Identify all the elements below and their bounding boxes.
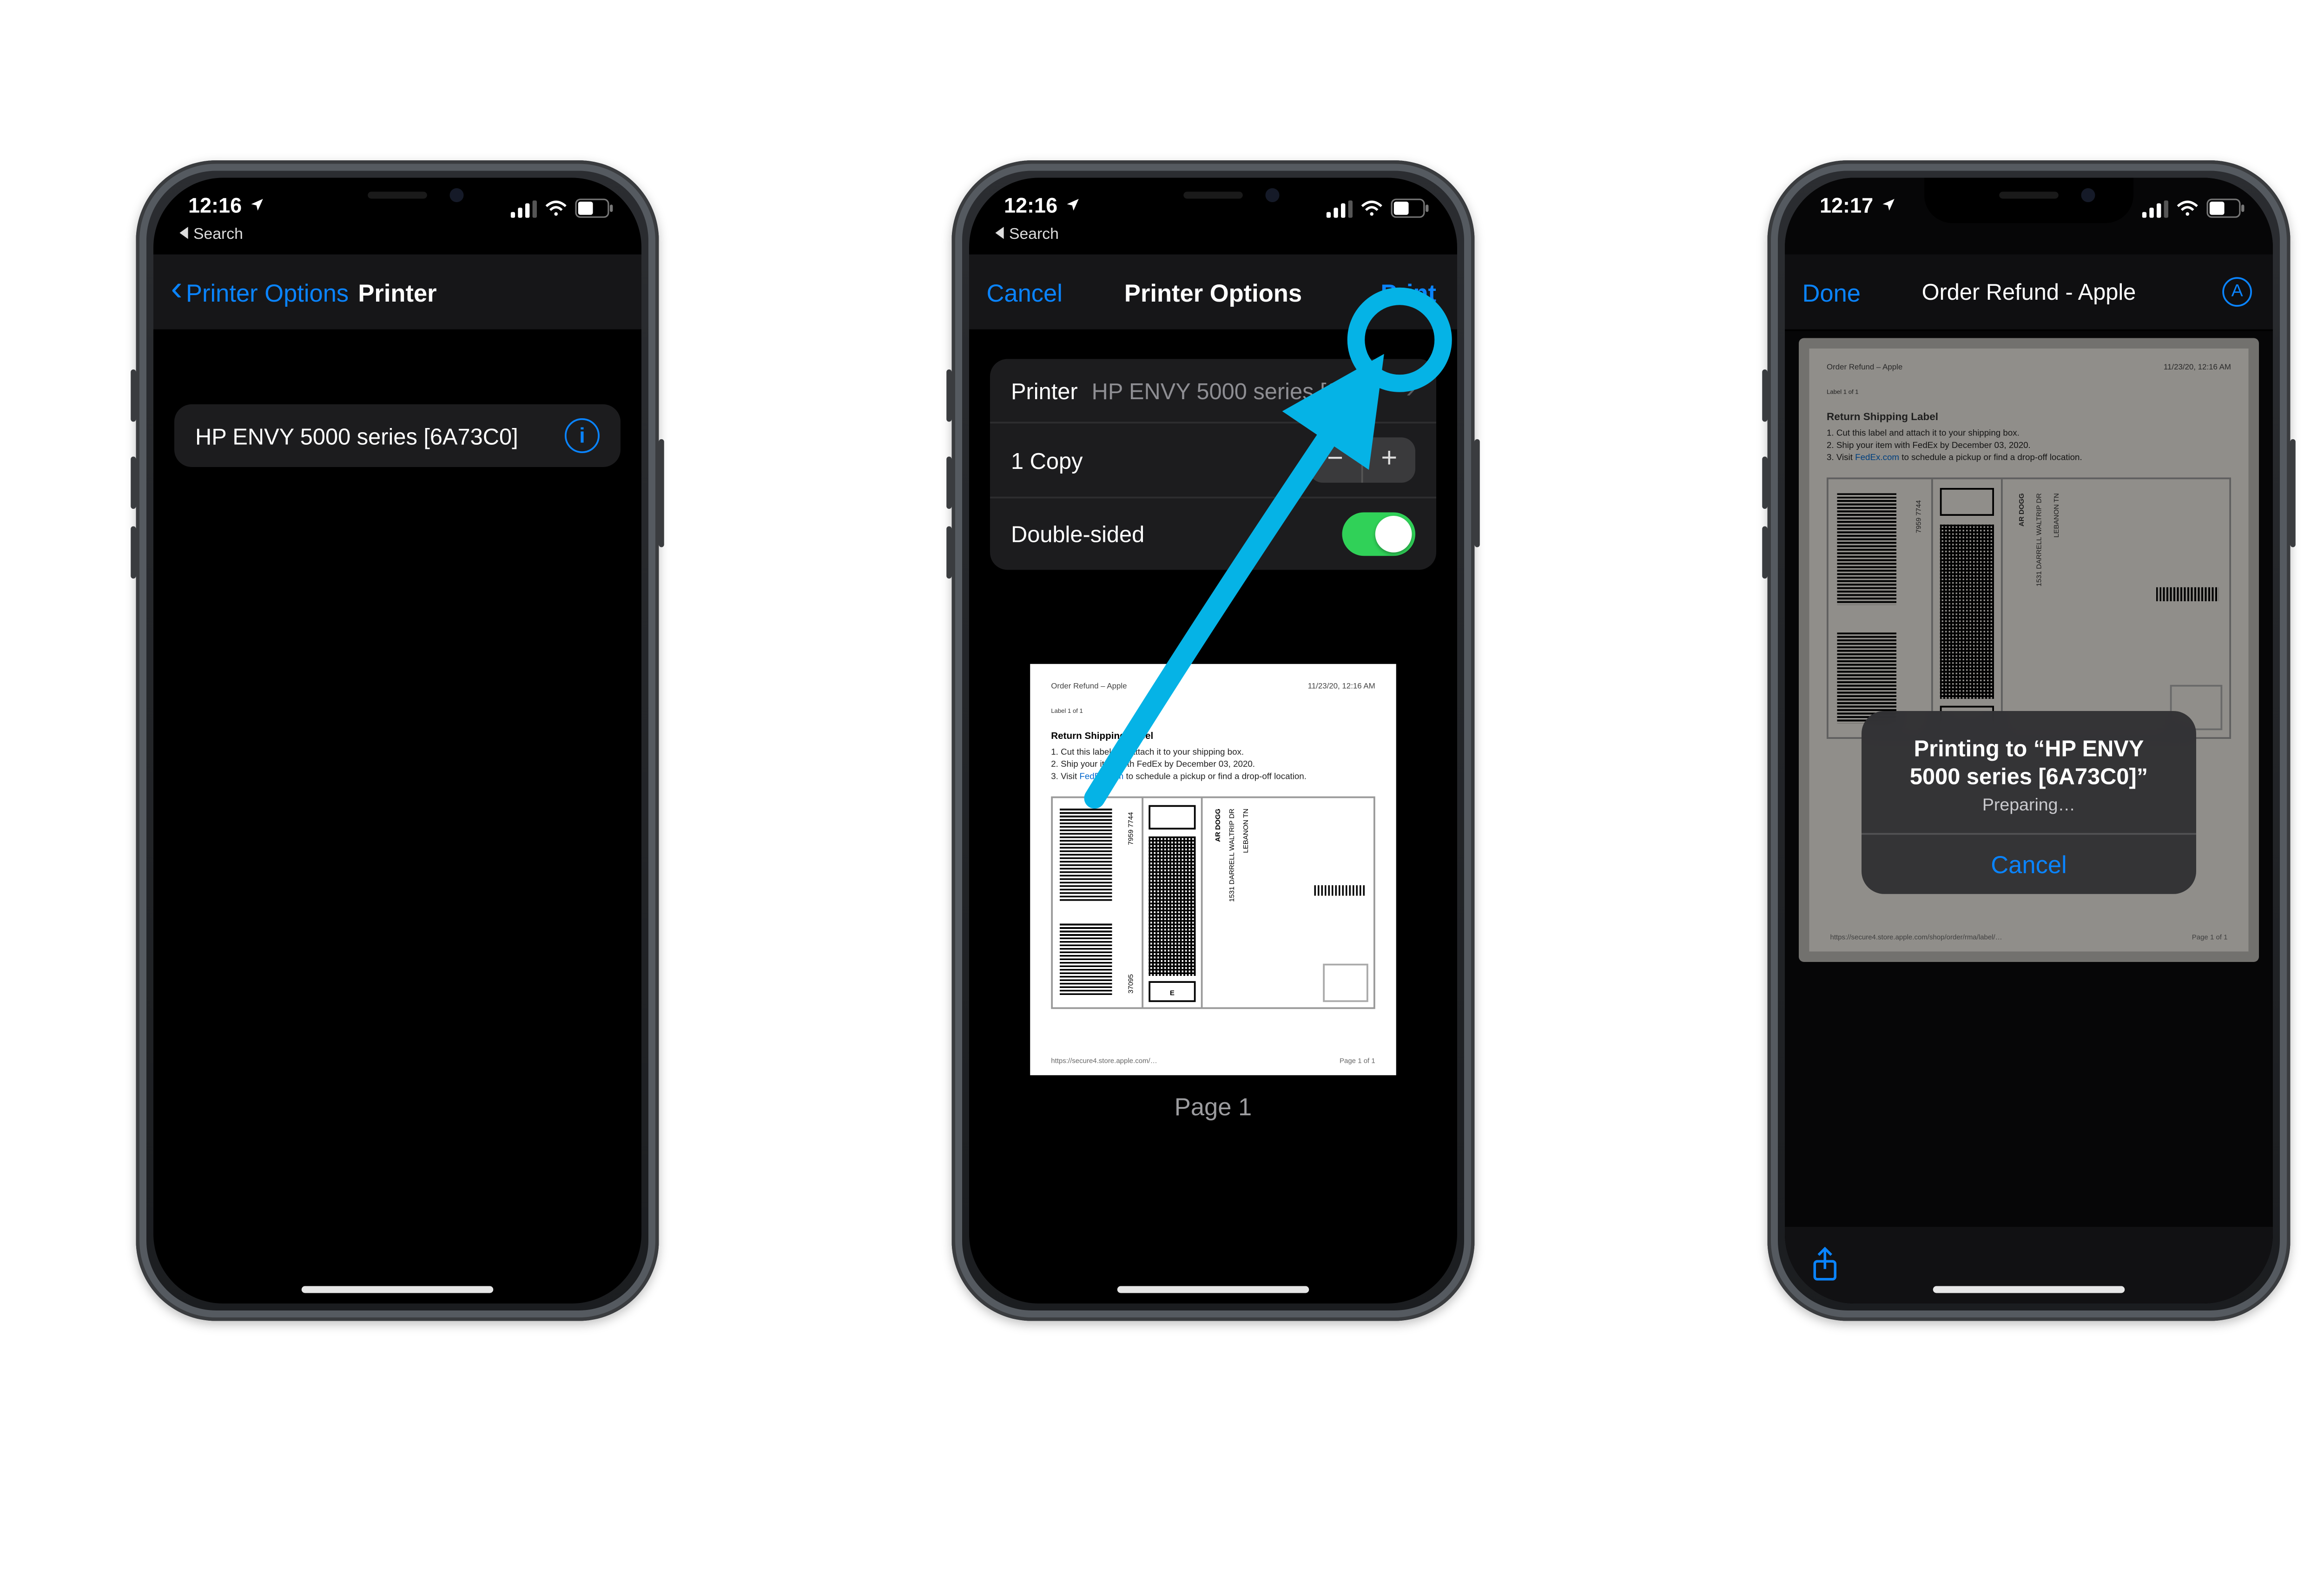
status-time: 12:16 (1004, 193, 1057, 218)
wifi-icon (1360, 199, 1384, 217)
location-icon (1881, 197, 1896, 213)
duplex-switch[interactable] (1342, 513, 1416, 556)
breadcrumb-back-to-app[interactable]: ◀Search (178, 223, 243, 242)
notch (293, 178, 502, 224)
info-icon[interactable]: i (565, 418, 600, 453)
cancel-button[interactable]: Cancel (987, 255, 1063, 329)
copies-row: 1 Copy − + (990, 422, 1436, 497)
printer-name: HP ENVY 5000 series [6A73C0] (1092, 377, 1362, 403)
wifi-icon (544, 199, 568, 217)
signal-icon (1327, 199, 1353, 217)
location-icon (1065, 197, 1081, 213)
reader-icon: A (2222, 277, 2252, 307)
nav-bar: Done Order Refund - Apple A (1785, 255, 2273, 331)
copies-label: 1 Copy (1011, 447, 1083, 473)
home-indicator[interactable] (1933, 1286, 2125, 1293)
print-options-group: Printer HP ENVY 5000 series [6A73C0] › 1… (990, 359, 1436, 570)
chevron-left-icon: ‹ (171, 270, 183, 310)
home-indicator[interactable] (302, 1286, 494, 1293)
status-time: 12:16 (188, 193, 242, 218)
row-label: Printer (1011, 377, 1078, 403)
notch (1924, 178, 2133, 224)
copies-stepper[interactable]: − + (1309, 437, 1415, 483)
nav-title: Printer (358, 278, 436, 306)
printer-row[interactable]: Printer HP ENVY 5000 series [6A73C0] › (990, 359, 1436, 422)
alert-cancel-button[interactable]: Cancel (1862, 832, 2196, 893)
printer-row[interactable]: HP ENVY 5000 series [6A73C0] i (174, 404, 621, 467)
duplex-row: Double-sided (990, 497, 1436, 570)
battery-icon (575, 199, 614, 218)
status-time: 12:17 (1820, 193, 1873, 218)
done-button[interactable]: Done (1802, 255, 1861, 329)
preview-page-1: Order Refund – Apple 11/23/20, 12:16 AM … (1030, 664, 1396, 1075)
location-icon (249, 197, 265, 213)
signal-icon (511, 199, 537, 217)
printing-alert: Printing to “HP ENVY 5000 series [6A73C0… (1862, 711, 2196, 893)
alert-title: Printing to “HP ENVY 5000 series [6A73C0… (1862, 711, 2196, 796)
battery-icon (1391, 199, 1430, 218)
battery-icon (2207, 199, 2245, 218)
breadcrumb-back-to-app[interactable]: ◀Search (994, 223, 1059, 242)
page-caption: Page 1 (1030, 1093, 1396, 1120)
printer-name: HP ENVY 5000 series [6A73C0] (195, 422, 518, 448)
reader-mode-button[interactable]: A (2222, 255, 2252, 329)
nav-title: Printer Options (1124, 278, 1302, 306)
device-phone-1: 12:16 ◀Search ‹ Printer Options Printer … (136, 160, 659, 1321)
home-indicator[interactable] (1117, 1286, 1309, 1293)
printer-list: HP ENVY 5000 series [6A73C0] i (174, 404, 621, 467)
nav-back-button[interactable]: ‹ Printer Options (171, 255, 349, 329)
notch (1109, 178, 1318, 224)
nav-title: Order Refund - Apple (1922, 279, 2136, 305)
nav-bar: Cancel Printer Options Print (969, 255, 1457, 331)
print-button[interactable]: Print (1380, 255, 1436, 329)
wifi-icon (2175, 199, 2200, 217)
device-phone-3: 12:17 Done Order Refund - Apple A Order … (1768, 160, 2291, 1321)
nav-bar: ‹ Printer Options Printer (153, 255, 641, 331)
print-preview[interactable]: Order Refund – Apple 11/23/20, 12:16 AM … (1030, 664, 1396, 1121)
share-icon[interactable] (1809, 1246, 1841, 1284)
stepper-decrement[interactable]: − (1309, 437, 1361, 483)
device-phone-2: 12:16 ◀Search Cancel Printer Options Pri… (952, 160, 1475, 1321)
duplex-label: Double-sided (1011, 521, 1144, 547)
chevron-right-icon: › (1406, 375, 1415, 406)
alert-subtitle: Preparing… (1862, 796, 2196, 832)
stepper-increment[interactable]: + (1363, 437, 1416, 483)
signal-icon (2142, 199, 2168, 217)
